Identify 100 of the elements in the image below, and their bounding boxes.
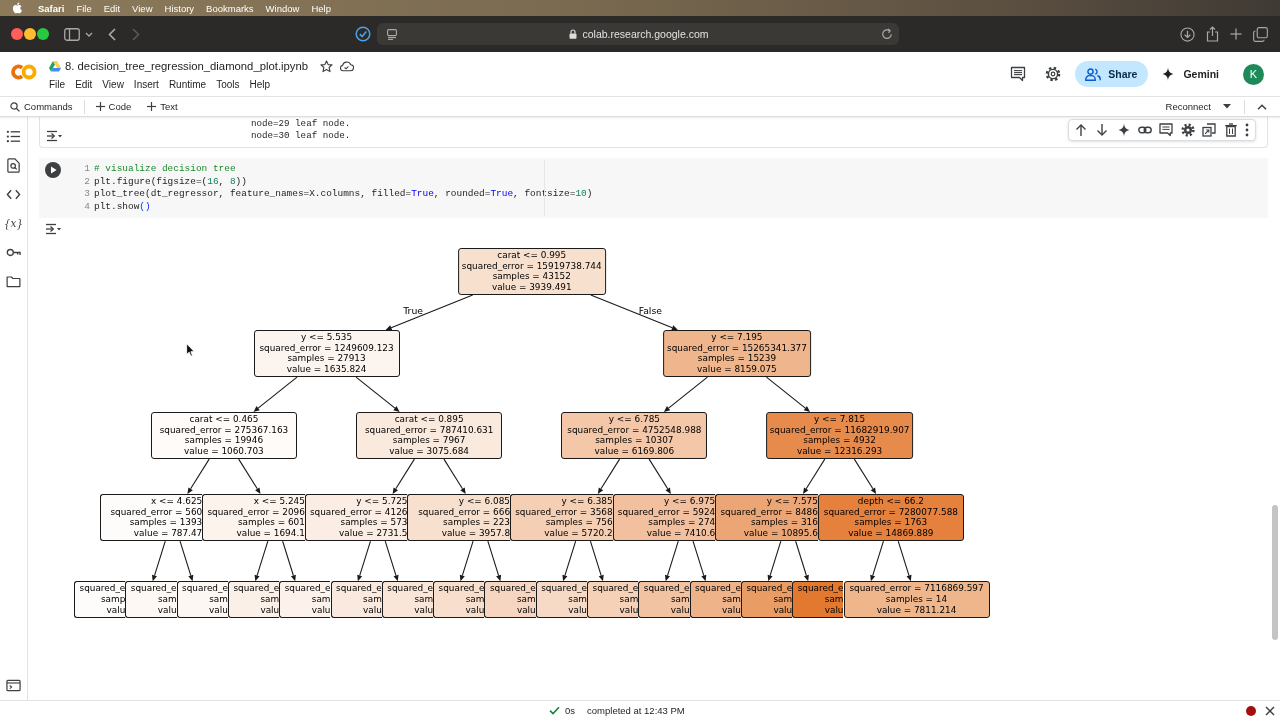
settings-icon[interactable] <box>1045 66 1062 82</box>
window-close-icon[interactable] <box>11 28 23 40</box>
download-icon[interactable] <box>1180 26 1195 42</box>
terminal-icon[interactable] <box>6 678 21 693</box>
check-circle-icon[interactable] <box>355 26 371 42</box>
run-icon[interactable] <box>45 162 61 178</box>
menu-item[interactable]: History <box>164 2 195 14</box>
list-icon[interactable] <box>6 129 21 144</box>
add-text-button[interactable]: Text <box>147 101 178 112</box>
folder-icon[interactable] <box>6 274 21 289</box>
chevron-down-icon[interactable] <box>85 31 93 37</box>
tree-node: carat <= 0.895 squared_error = 787410.631 samples = 7967 value = 3075.684 <box>356 411 503 460</box>
menu-item[interactable]: Window <box>265 2 300 14</box>
share-button[interactable]: Share <box>1075 61 1149 87</box>
cloud-icon[interactable] <box>339 60 355 72</box>
trash-icon[interactable] <box>1223 123 1238 137</box>
menu-item[interactable]: Tools <box>216 78 240 90</box>
star-icon[interactable] <box>320 59 334 73</box>
tree-node: squared_e sam valu <box>535 581 587 618</box>
tree-node: carat <= 0.995 squared_error = 15919738.744 samples = 43152 value = 3939.491 <box>457 247 606 296</box>
people-icon <box>1085 67 1102 81</box>
sidebar-toggle-icon[interactable] <box>64 27 80 41</box>
tree-arrow <box>253 376 298 412</box>
chevron-up-icon[interactable] <box>1257 103 1267 110</box>
tree-node: squared_e sam valu <box>176 581 228 618</box>
window-zoom-icon[interactable] <box>37 28 49 40</box>
tabs-overview-icon[interactable] <box>1253 26 1268 42</box>
menu-item[interactable]: Runtime <box>168 78 207 90</box>
co-logo-icon[interactable] <box>10 63 37 81</box>
tree-node: squared_e sam valu <box>227 581 280 618</box>
tree-arrow <box>282 540 296 582</box>
line-number: 1 <box>83 162 90 174</box>
mirror-cell-icon[interactable] <box>1202 123 1217 137</box>
tree-node: y <= 6.975 squared_error = 5924 samples = 274 value = 7410.6 <box>612 493 716 542</box>
menu-item[interactable]: Insert <box>133 78 159 90</box>
tree-arrow <box>803 458 826 494</box>
tree-arrow <box>392 458 415 494</box>
plus-icon[interactable] <box>1230 28 1242 40</box>
address-field[interactable]: colab.research.google.com <box>377 23 899 45</box>
tree-node: y <= 5.725 squared_error = 4126 samples = 573 value = 2731.5 <box>304 493 408 542</box>
arrow-down-icon[interactable] <box>1095 123 1110 137</box>
comment-icon[interactable] <box>1159 123 1174 137</box>
code-line[interactable]: plt.figure(figsize=(16, 8)) <box>94 175 247 187</box>
menu-item[interactable]: Help <box>249 78 271 90</box>
code-cell[interactable]: 1 # visualize decision tree 2 plt.figure(figsize=(16, 8)) 3 plot_tree(dt_regressor, feature_names=X.columns, filled=True, rounded=True, fontsize=10) 4 plt.show() <box>39 158 1268 218</box>
menu-item[interactable]: Help <box>311 2 331 14</box>
find-icon[interactable] <box>6 158 21 173</box>
output-toggle-icon[interactable] <box>46 130 62 142</box>
share-icon[interactable] <box>1206 26 1219 42</box>
tree-arrow <box>179 540 194 582</box>
menu-item[interactable]: File <box>76 2 92 14</box>
window-minimize-icon[interactable] <box>24 28 36 40</box>
code-line[interactable]: plot_tree(dt_regressor, feature_names=X.columns, filled=True, rounded=True, fontsize=10) <box>94 188 593 200</box>
tree-arrow <box>870 540 884 582</box>
tree-arrow <box>897 540 912 582</box>
variables-button[interactable]: {x} <box>3 216 24 231</box>
menu-item[interactable]: Safari <box>38 2 65 14</box>
tree-node: depth <= 66.2 squared_error = 7280077.588 samples = 1763 value = 14869.889 <box>817 493 964 542</box>
apple-logo-icon[interactable] <box>12 2 22 14</box>
notebook-title[interactable]: 8. decision_tree_regression_diamond_plot.ipynb <box>65 60 309 72</box>
more-icon[interactable] <box>1245 123 1249 137</box>
menu-item[interactable]: Edit <box>103 2 121 14</box>
menu-item[interactable]: View <box>132 2 153 14</box>
caret-down-icon[interactable] <box>1223 104 1231 109</box>
scrollbar-thumb[interactable] <box>1272 505 1278 640</box>
code-line[interactable]: # visualize decision tree <box>94 162 236 174</box>
reload-icon[interactable] <box>881 28 893 40</box>
line-number: 3 <box>83 188 90 200</box>
tree-node: y <= 7.575 squared_error = 8486 samples = 316 value = 10895.6 <box>715 493 818 542</box>
tree-node: squared_e sam valu <box>587 581 639 618</box>
tree-arrow <box>357 540 372 582</box>
menu-item[interactable]: File <box>49 78 66 90</box>
comment-icon[interactable] <box>1010 66 1027 82</box>
reconnect-button[interactable]: Reconnect <box>1165 101 1211 112</box>
tree-node: squared_e samp valu <box>74 581 126 618</box>
status-message: completed at 12:43 PM <box>587 705 685 716</box>
add-code-button[interactable]: Code <box>95 101 132 112</box>
menu-item[interactable]: Edit <box>75 78 93 90</box>
reader-icon[interactable] <box>387 28 397 40</box>
tree-arrow <box>795 540 809 582</box>
output-toggle-icon[interactable] <box>45 223 61 235</box>
plus-icon <box>95 102 105 111</box>
menu-item[interactable]: View <box>102 78 124 90</box>
code-line[interactable]: plt.show() <box>94 200 151 212</box>
settings-icon[interactable] <box>1180 123 1195 137</box>
tree-node: squared_e sam valu <box>689 581 741 618</box>
menu-item[interactable]: Bookmarks <box>206 2 254 14</box>
triangle-logo-icon[interactable] <box>49 60 61 72</box>
record-dot-icon[interactable] <box>1246 705 1256 716</box>
tree-node: y <= 5.535 squared_error = 1249609.123 samples = 27913 value = 1635.824 <box>253 329 400 378</box>
gemini-button[interactable]: Gemini <box>1161 67 1219 81</box>
avatar[interactable]: K <box>1243 63 1264 85</box>
tree-node: squared_e sam valu <box>792 581 844 618</box>
back-icon[interactable] <box>108 27 116 41</box>
tree-node: y <= 7.195 squared_error = 15265341.377 samples = 15239 value = 8159.075 <box>663 329 811 378</box>
output-line: node=29 leaf node. <box>251 118 351 130</box>
tree-node: y <= 6.385 squared_error = 3568 samples = 756 value = 5720.2 <box>510 493 613 542</box>
code-icon[interactable] <box>6 187 21 202</box>
commands-button[interactable]: Commands <box>10 101 73 112</box>
close-icon[interactable] <box>1265 705 1275 716</box>
